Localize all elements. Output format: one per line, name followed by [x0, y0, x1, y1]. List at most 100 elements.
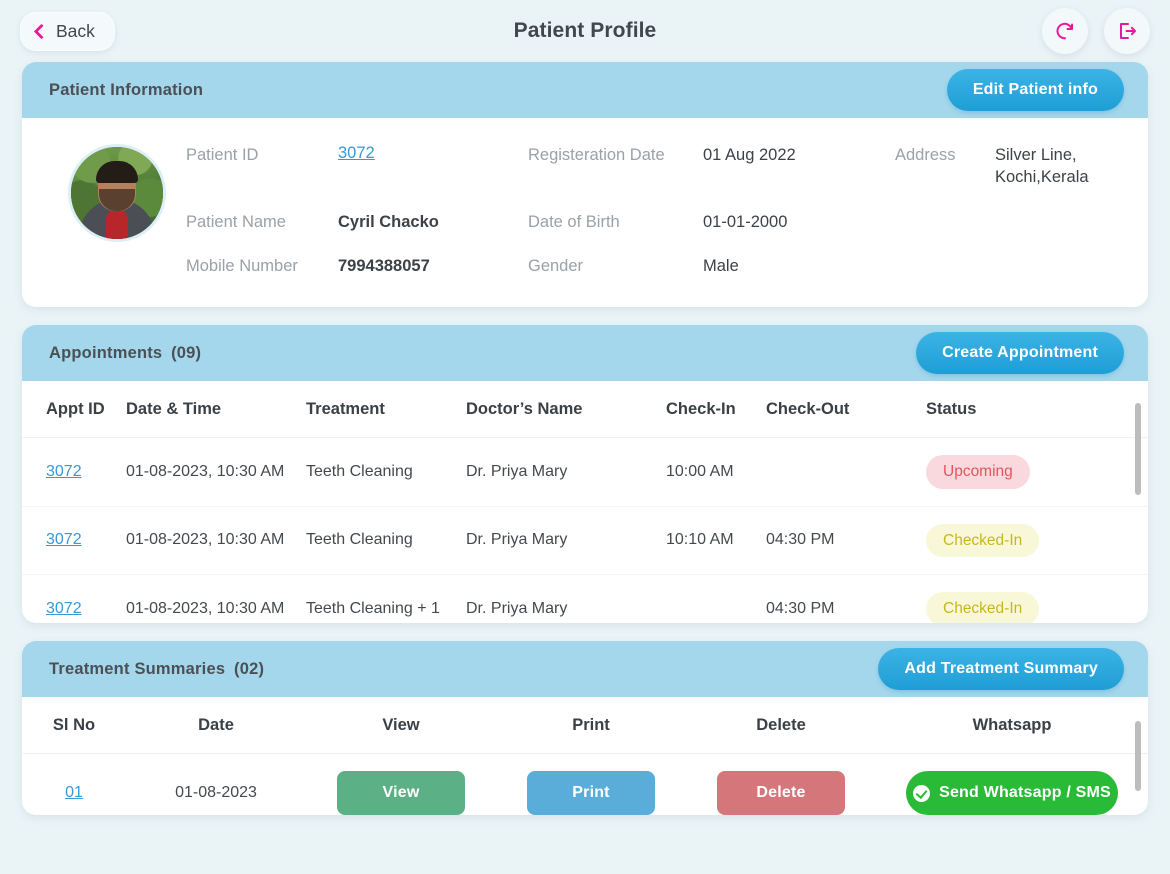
address-value: Silver Line, Kochi,Kerala [995, 144, 1113, 189]
appointments-table-body: 3072 01-08-2023, 10:30 AM Teeth Cleaning… [22, 438, 1148, 624]
cell-date-time: 01-08-2023, 10:30 AM [126, 575, 306, 624]
cell-date: 01-08-2023 [126, 754, 306, 816]
send-whatsapp-sms-button[interactable]: Send Whatsapp / SMS [906, 771, 1118, 815]
page-title: Patient Profile [0, 19, 1170, 43]
appointments-header-row: Appt ID Date & Time Treatment Doctor’s N… [22, 381, 1148, 438]
column-status: Status [926, 381, 1148, 438]
chevron-left-icon [34, 23, 50, 39]
column-delete: Delete [686, 697, 876, 754]
column-check-in: Check-In [666, 381, 766, 438]
address-label: Address [895, 144, 995, 166]
cell-check-out: 04:30 PM [766, 506, 926, 575]
cell-check-out [766, 438, 926, 507]
gender-value: Male [703, 255, 895, 277]
treatment-summaries-count: (02) [234, 660, 264, 678]
top-bar-actions [1042, 8, 1150, 54]
cell-sl-no: 01 [22, 754, 126, 816]
sl-no-link[interactable]: 01 [65, 784, 83, 801]
logout-icon [1115, 19, 1139, 43]
treatment-summaries-table-head: Sl No Date View Print Delete Whatsapp [22, 697, 1148, 754]
appointments-table-head: Appt ID Date & Time Treatment Doctor’s N… [22, 381, 1148, 438]
appointments-table: Appt ID Date & Time Treatment Doctor’s N… [22, 381, 1148, 623]
edit-patient-info-button[interactable]: Edit Patient info [947, 69, 1124, 111]
appt-id-link[interactable]: 3072 [46, 531, 82, 548]
treatment-summaries-header: Treatment Summaries (02) Add Treatment S… [22, 641, 1148, 697]
patient-id-value[interactable]: 3072 [338, 144, 375, 162]
avatar-shirt [106, 209, 128, 242]
appt-id-link[interactable]: 3072 [46, 463, 82, 480]
appointments-card: Appointments (09) Create Appointment App… [22, 325, 1148, 623]
appointments-title: Appointments (09) [49, 344, 201, 363]
column-sl-no: Sl No [22, 697, 126, 754]
treatment-summaries-title-text: Treatment Summaries [49, 660, 225, 678]
view-button[interactable]: View [337, 771, 465, 815]
cell-appt-id: 3072 [22, 575, 126, 624]
appointments-scrollbar-thumb[interactable] [1135, 403, 1141, 495]
treatment-summaries-scrollbar-track[interactable] [1137, 697, 1145, 815]
patient-id-label: Patient ID [186, 144, 338, 166]
table-row[interactable]: 3072 01-08-2023, 10:30 AM Teeth Cleaning… [22, 506, 1148, 575]
cell-view: View [306, 754, 496, 816]
appointments-scrollbar-track[interactable] [1137, 381, 1145, 623]
cell-delete: Delete [686, 754, 876, 816]
registration-date-value: 01 Aug 2022 [703, 144, 895, 166]
column-date-time: Date & Time [126, 381, 306, 438]
appointments-header: Appointments (09) Create Appointment [22, 325, 1148, 381]
column-treatment: Treatment [306, 381, 466, 438]
add-treatment-summary-button[interactable]: Add Treatment Summary [878, 648, 1124, 690]
status-badge: Checked-In [926, 524, 1039, 558]
cell-appt-id: 3072 [22, 506, 126, 575]
column-whatsapp: Whatsapp [876, 697, 1148, 754]
cell-check-out: 04:30 PM [766, 575, 926, 624]
cell-doctor: Dr. Priya Mary [466, 438, 666, 507]
treatment-summaries-title: Treatment Summaries (02) [49, 660, 264, 679]
cell-status: Checked-In [926, 575, 1148, 624]
check-circle-icon [913, 785, 930, 802]
table-row[interactable]: 3072 01-08-2023, 10:30 AM Teeth Cleaning… [22, 575, 1148, 624]
refresh-icon [1053, 19, 1077, 43]
treatment-summaries-table-scroll[interactable]: Sl No Date View Print Delete Whatsapp 01… [22, 697, 1148, 815]
patient-fields-grid: Patient ID 3072 Registeration Date 01 Au… [186, 144, 1126, 277]
cell-treatment: Teeth Cleaning [306, 506, 466, 575]
patient-information-card: Patient Information Edit Patient info Pa… [22, 62, 1148, 307]
column-check-out: Check-Out [766, 381, 926, 438]
treatment-summaries-scrollbar-thumb[interactable] [1135, 721, 1141, 791]
mobile-number-label: Mobile Number [186, 255, 338, 277]
cell-doctor: Dr. Priya Mary [466, 575, 666, 624]
avatar-wrapper [48, 144, 186, 277]
create-appointment-button[interactable]: Create Appointment [916, 332, 1124, 374]
cell-treatment: Teeth Cleaning [306, 438, 466, 507]
dob-value: 01-01-2000 [703, 211, 895, 233]
patient-information-header: Patient Information Edit Patient info [22, 62, 1148, 118]
cell-doctor: Dr. Priya Mary [466, 506, 666, 575]
mobile-number-value: 7994388057 [338, 255, 528, 277]
cell-status: Upcoming [926, 438, 1148, 507]
delete-button[interactable]: Delete [717, 771, 845, 815]
treatment-summaries-header-row: Sl No Date View Print Delete Whatsapp [22, 697, 1148, 754]
print-button[interactable]: Print [527, 771, 655, 815]
status-badge: Checked-In [926, 592, 1039, 623]
top-bar: Back Patient Profile [0, 0, 1170, 62]
back-button[interactable]: Back [20, 12, 115, 51]
appointments-count: (09) [171, 344, 201, 362]
cell-appt-id: 3072 [22, 438, 126, 507]
patient-information-body: Patient ID 3072 Registeration Date 01 Au… [22, 118, 1148, 307]
patient-information-title: Patient Information [49, 81, 203, 100]
registration-date-label: Registeration Date [528, 144, 703, 166]
column-print: Print [496, 697, 686, 754]
cell-status: Checked-In [926, 506, 1148, 575]
cell-check-in: 10:10 AM [666, 506, 766, 575]
appt-id-link[interactable]: 3072 [46, 600, 82, 617]
cell-check-in [666, 575, 766, 624]
table-row[interactable]: 01 01-08-2023 View Print Delete Sen [22, 754, 1148, 816]
column-doctor: Doctor’s Name [466, 381, 666, 438]
appointments-table-scroll[interactable]: Appt ID Date & Time Treatment Doctor’s N… [22, 381, 1148, 623]
cell-date-time: 01-08-2023, 10:30 AM [126, 506, 306, 575]
refresh-button[interactable] [1042, 8, 1088, 54]
column-date: Date [126, 697, 306, 754]
logout-button[interactable] [1104, 8, 1150, 54]
table-row[interactable]: 3072 01-08-2023, 10:30 AM Teeth Cleaning… [22, 438, 1148, 507]
cell-treatment: Teeth Cleaning + 1 [306, 575, 466, 624]
cell-check-in: 10:00 AM [666, 438, 766, 507]
treatment-summaries-table-body: 01 01-08-2023 View Print Delete Sen [22, 754, 1148, 816]
